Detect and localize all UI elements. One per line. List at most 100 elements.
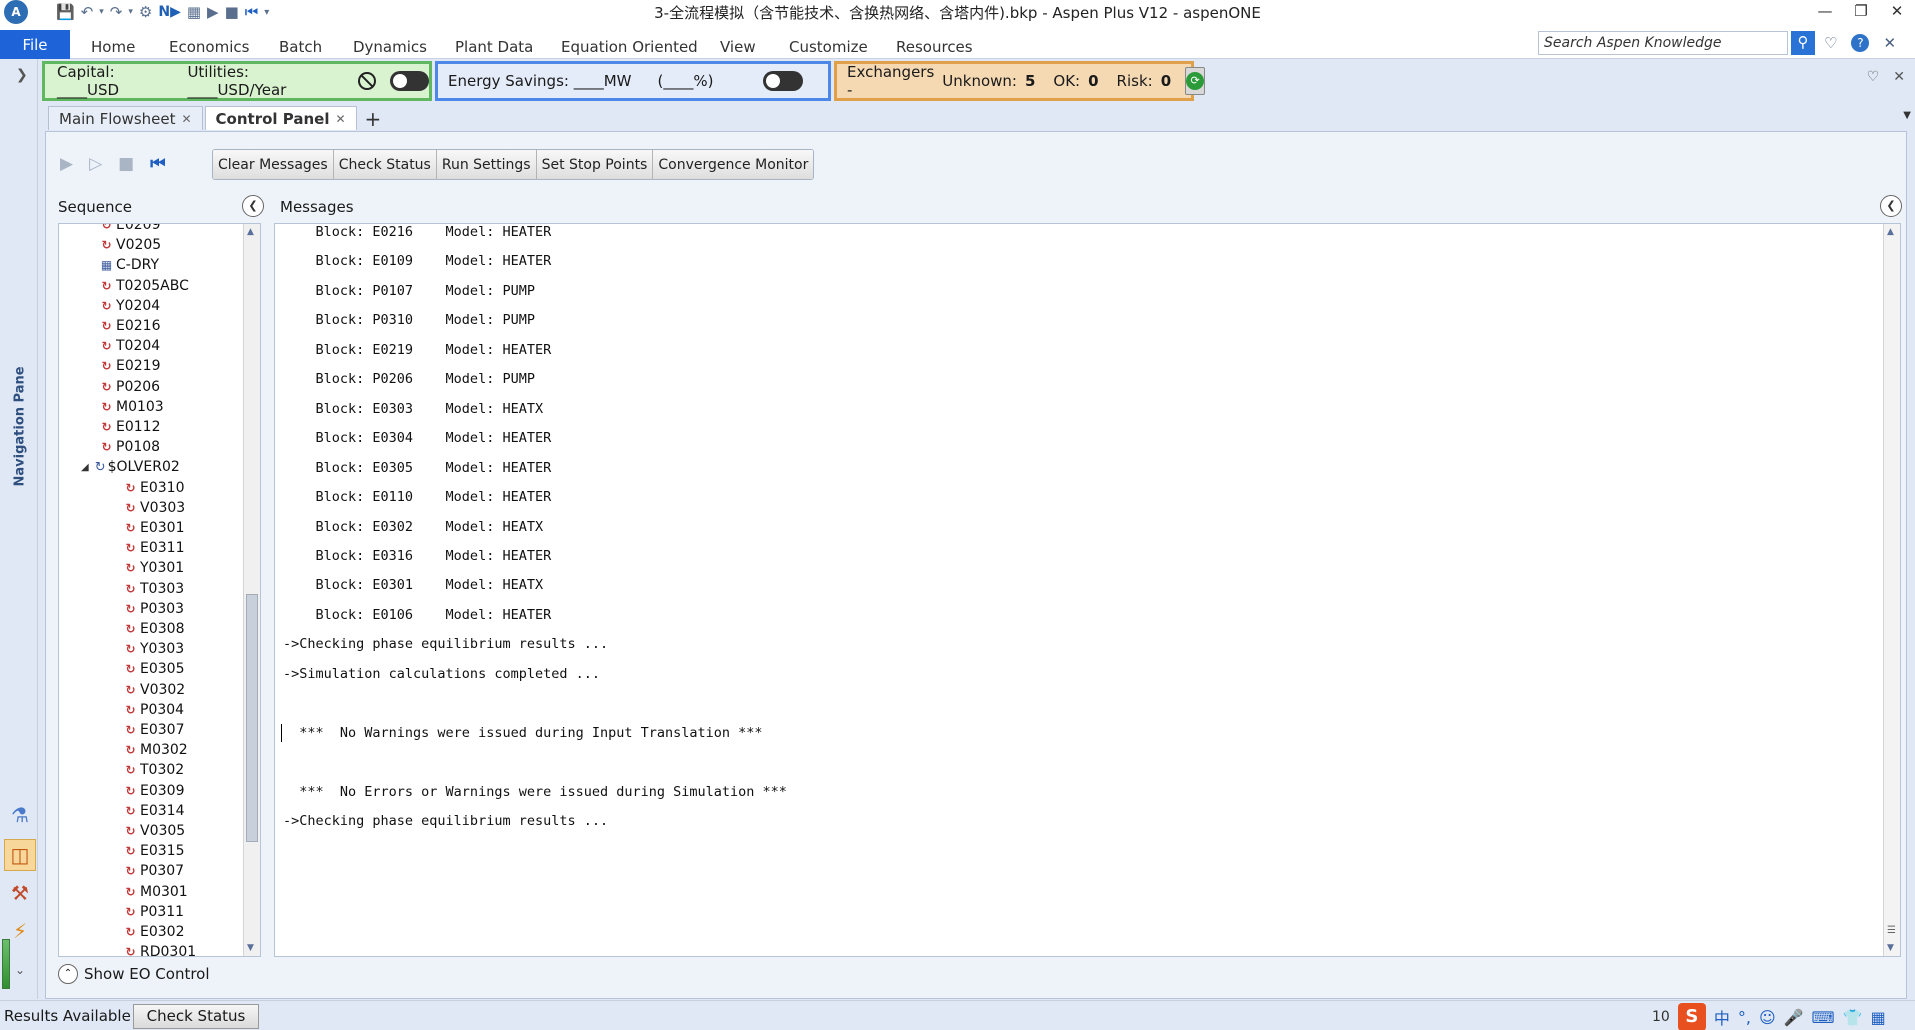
help-icon[interactable]: ? <box>1851 34 1870 52</box>
customize-qat-icon[interactable]: ▾ <box>264 7 269 18</box>
microphone-icon[interactable]: 🎤 <box>1784 1008 1804 1027</box>
clear-messages-button[interactable]: Clear Messages <box>213 150 334 179</box>
sequence-item[interactable]: ↻ Y0204 <box>99 296 160 316</box>
stop-icon[interactable]: ■ <box>225 3 239 21</box>
tab-resources[interactable]: Resources <box>896 38 973 56</box>
sequence-item[interactable]: ↻ E0309 <box>123 781 184 801</box>
set-stop-points-button[interactable]: Set Stop Points <box>536 150 654 179</box>
energy-savings-panel[interactable]: Energy Savings: ____MW (____%) <box>435 61 831 101</box>
tab-control-panel[interactable]: Control Panel ✕ <box>204 106 357 130</box>
messages-area[interactable]: ▲ ☰ ▼ Block: E0216 Model: HEATER Block: … <box>274 223 1901 957</box>
sequence-item[interactable]: ↻ P0304 <box>123 700 184 720</box>
toolbox-icon[interactable]: ▦ <box>1871 1008 1886 1027</box>
sequence-item[interactable]: ▦ C-DRY <box>99 255 159 275</box>
navigation-pane-label[interactable]: Navigation Pane <box>13 366 28 486</box>
capital-utilities-panel[interactable]: Capital: ____USD Utilities: ____USD/Year <box>42 61 432 101</box>
sequence-item[interactable]: ↻ M0301 <box>123 882 187 902</box>
exchanger-refresh-button[interactable]: ⟳ <box>1185 67 1206 95</box>
sequence-item[interactable]: ↻ E0301 <box>123 518 184 538</box>
sequence-item[interactable]: ↻ T0302 <box>123 760 184 780</box>
tab-home[interactable]: Home <box>91 38 135 56</box>
check-status-button[interactable]: Check Status <box>333 150 437 179</box>
close-icon[interactable]: ✕ <box>1879 0 1915 24</box>
sequence-item[interactable]: ↻ V0205 <box>99 235 161 255</box>
tab-plant-data[interactable]: Plant Data <box>455 38 533 56</box>
sequence-item[interactable]: ↻ RD0301 <box>123 942 196 956</box>
ime-mode-label[interactable]: 中 <box>1714 1005 1730 1029</box>
heart-icon[interactable]: ♡ <box>1867 69 1880 85</box>
tab-economics[interactable]: Economics <box>169 38 249 56</box>
messages-scrollbar[interactable]: ▲ ☰ ▼ <box>1883 224 1900 956</box>
search-icon[interactable]: ⚲ <box>1791 31 1815 55</box>
aspen-logo-icon[interactable]: A <box>4 0 28 24</box>
tab-list-arrow-icon[interactable]: ▼ <box>1903 110 1911 121</box>
sequence-item[interactable]: ↻ P0307 <box>123 861 184 881</box>
dropdown-arrow-icon[interactable]: ▾ <box>128 7 133 17</box>
expand-up-icon[interactable]: ⌃ <box>58 964 78 984</box>
sequence-item[interactable]: ↻ E0307 <box>123 720 184 740</box>
sequence-item[interactable]: ↻ E0305 <box>123 659 184 679</box>
scroll-up-icon[interactable]: ▲ <box>1887 227 1894 237</box>
sequence-item[interactable]: ↻ T0204 <box>99 336 160 356</box>
run-icon[interactable]: ▶ <box>207 3 219 21</box>
convergence-monitor-button[interactable]: Convergence Monitor <box>653 150 814 179</box>
scroll-down-icon[interactable]: ▼ <box>247 943 254 953</box>
reset-icon[interactable]: ⏮ <box>245 3 259 21</box>
sequence-tree[interactable]: ↻ RD0301 ↻ E0302 ↻ P0311 ↻ M0301 ↻ P0307 ↻ E0315 ↻ V0… <box>58 223 261 957</box>
sequence-item[interactable]: ↻ Y0303 <box>123 639 184 659</box>
scroll-thumb[interactable] <box>246 594 258 842</box>
flowsheet-icon[interactable]: ⚙ <box>139 3 152 21</box>
sequence-item[interactable]: ↻ E0302 <box>123 922 184 942</box>
emoji-icon[interactable]: ☺ <box>1759 1008 1776 1027</box>
run-icon[interactable]: ▶ <box>60 154 73 174</box>
tab-dynamics[interactable]: Dynamics <box>353 38 427 56</box>
sequence-item[interactable]: ↻ V0303 <box>123 498 185 518</box>
sequence-item[interactable]: ↻ Y0301 <box>123 558 184 578</box>
sequence-item[interactable]: ↻ P0206 <box>99 377 160 397</box>
stop-icon[interactable]: ■ <box>118 154 134 174</box>
sequence-item[interactable]: ↻ E0219 <box>99 356 160 376</box>
tab-batch[interactable]: Batch <box>279 38 322 56</box>
step-icon[interactable]: ▷ <box>89 154 102 174</box>
status-check-button[interactable]: Check Status <box>133 1004 259 1029</box>
sequence-item[interactable]: ↻ V0302 <box>123 680 185 700</box>
economics-toggle[interactable] <box>389 71 429 91</box>
energy-toggle[interactable] <box>763 71 804 91</box>
collapse-messages-icon[interactable]: ❮ <box>1880 195 1902 217</box>
sequence-item[interactable]: ↻ E0216 <box>99 316 160 336</box>
heart-icon[interactable]: ♡ <box>1824 34 1837 52</box>
restore-icon[interactable]: ❐ <box>1843 0 1879 24</box>
next-icon[interactable]: N▶ <box>158 4 180 20</box>
sequence-item[interactable]: ↻ E0308 <box>123 619 184 639</box>
sequence-item[interactable]: ↻ P0108 <box>99 437 160 457</box>
close-icon[interactable]: ✕ <box>335 112 345 126</box>
safety-nav-icon[interactable]: ⚒ <box>4 877 36 909</box>
redo-icon[interactable]: ↷ <box>110 3 123 21</box>
run-settings-button[interactable]: Run Settings <box>436 150 537 179</box>
sequence-item[interactable]: ↻ E0112 <box>99 417 160 437</box>
reset-icon[interactable]: ⏮ <box>150 154 165 174</box>
flask-icon[interactable]: ⚗ <box>4 799 36 831</box>
close-icon[interactable]: ✕ <box>181 112 191 126</box>
control-panel-icon[interactable]: ▦ <box>187 3 201 21</box>
sequence-item[interactable]: ↻ E0314 <box>123 801 184 821</box>
sequence-item[interactable]: ↻ M0103 <box>99 397 163 417</box>
sequence-item[interactable]: ↻ E0310 <box>123 478 184 498</box>
tab-view[interactable]: View <box>720 38 756 56</box>
sequence-scrollbar[interactable]: ▲ ▼ <box>243 224 260 956</box>
close-icon[interactable]: ✕ <box>1893 69 1905 85</box>
collapse-sequence-icon[interactable]: ❮ <box>242 195 264 217</box>
search-input[interactable]: Search Aspen Knowledge <box>1538 31 1788 55</box>
sequence-item[interactable]: ↻ P0303 <box>123 599 184 619</box>
save-icon[interactable]: 💾 <box>56 3 75 21</box>
sequence-item[interactable]: ↻ V0305 <box>123 821 185 841</box>
sequence-item[interactable]: ↻ T0303 <box>123 579 184 599</box>
tab-main-flowsheet[interactable]: Main Flowsheet ✕ <box>48 106 203 130</box>
scroll-grip-icon[interactable]: ☰ <box>1887 925 1896 936</box>
sequence-item[interactable]: ◢ ↻ $OLVER02 <box>81 457 180 477</box>
new-tab-icon[interactable]: + <box>365 108 382 130</box>
show-eo-control[interactable]: ⌃ Show EO Control <box>58 964 210 984</box>
sequence-item[interactable]: ↻ E0209 <box>99 224 160 235</box>
skin-icon[interactable]: 👕 <box>1843 1008 1863 1027</box>
sequence-item[interactable]: ↻ E0311 <box>123 538 184 558</box>
